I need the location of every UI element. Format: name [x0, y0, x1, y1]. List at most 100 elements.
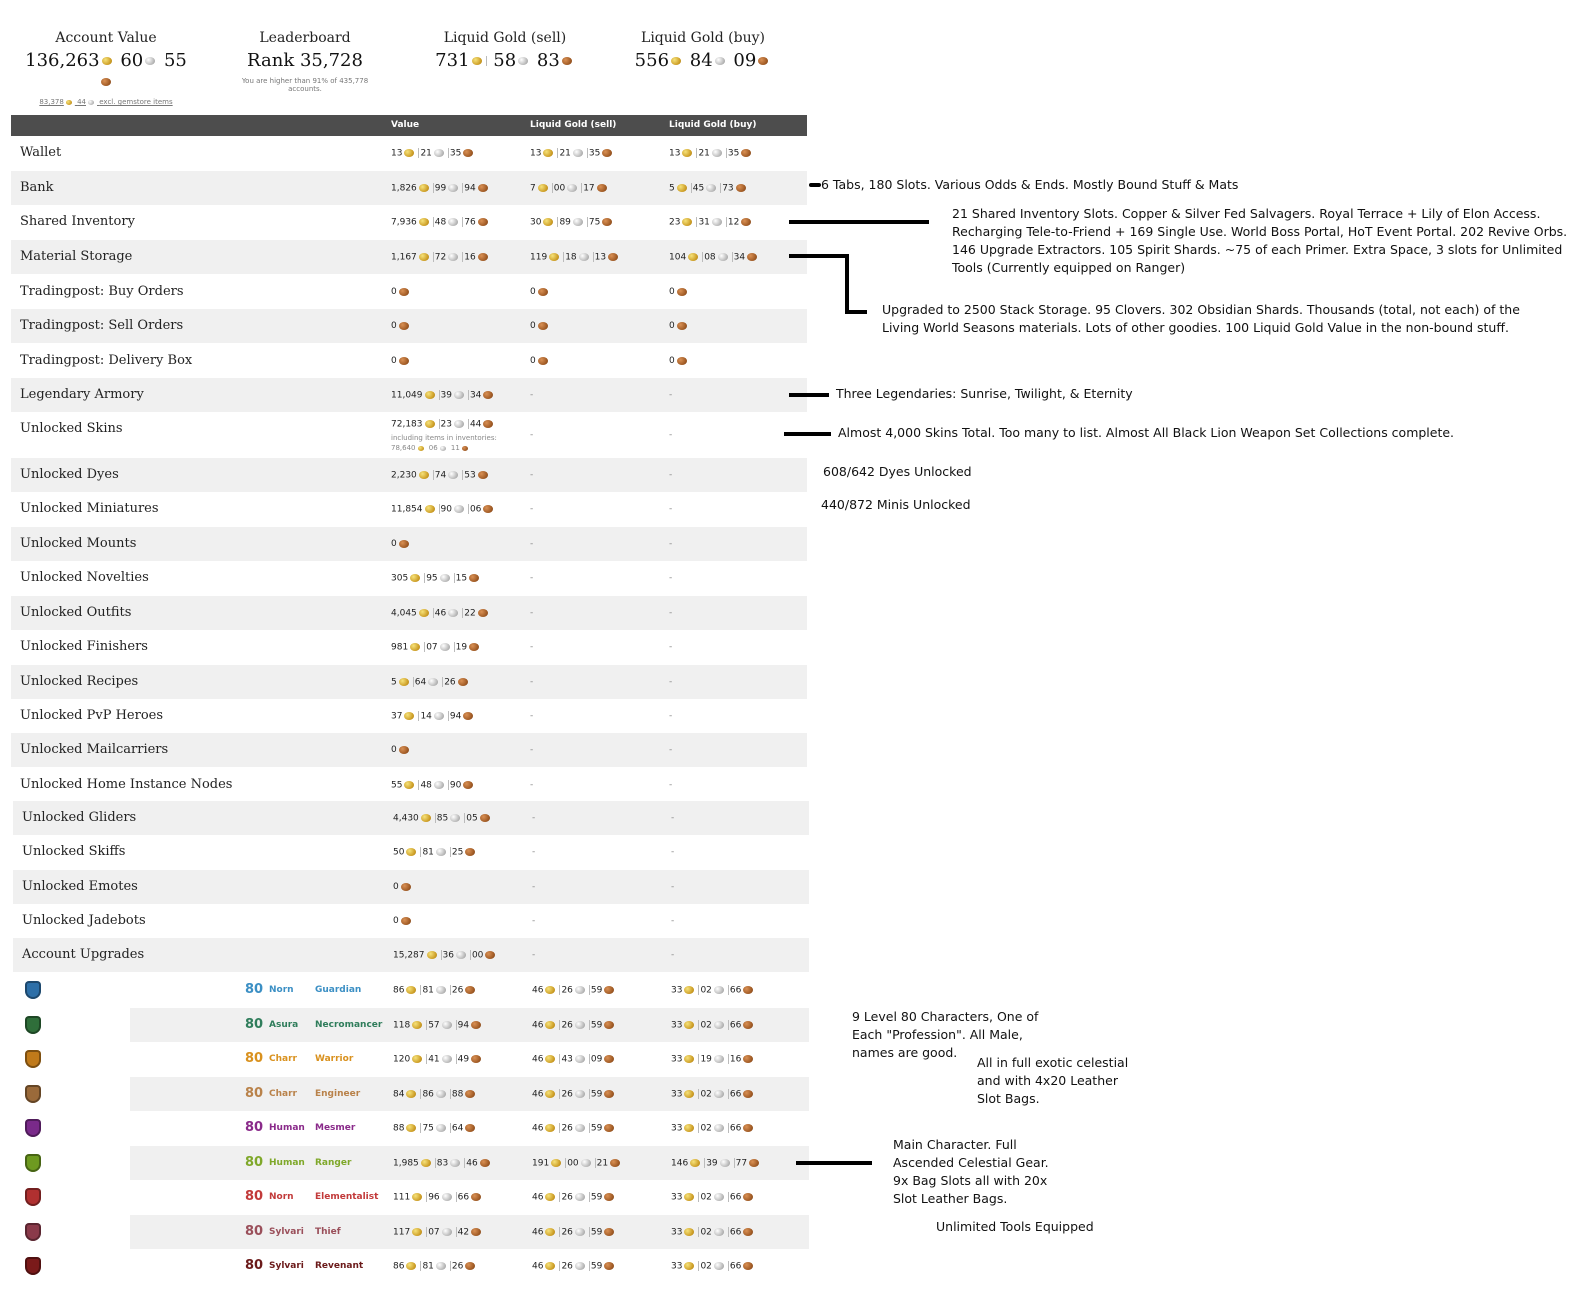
character-value: 86 81 26: [393, 1261, 478, 1272]
copper-coin-icon: [400, 916, 411, 925]
row-liquid-sell: -: [530, 642, 533, 652]
character-profession: Engineer: [315, 1088, 361, 1099]
silver-coin-icon: [574, 1124, 585, 1132]
row-name[interactable]: Unlocked Dyes: [20, 467, 119, 482]
tools-annotation: Unlimited Tools Equipped: [936, 1219, 1094, 1234]
character-liquid-sell: 46 26 59: [532, 1123, 617, 1134]
mesmer-icon: [25, 1119, 41, 1137]
row-value: 72,183 23 44: [391, 419, 496, 430]
table-header: Value Liquid Gold (sell) Liquid Gold (bu…: [11, 115, 807, 136]
empty-value: -: [530, 390, 534, 400]
table-row: Unlocked Mounts 0 - -: [11, 527, 807, 561]
character-row[interactable]: 80 Sylvari Revenant 86 81 26 46 26 59 33 02 66: [13, 1249, 809, 1283]
silver-coin-icon: [453, 505, 464, 513]
row-liquid-sell: -: [530, 745, 533, 755]
copper-coin-icon: [483, 505, 494, 513]
row-name[interactable]: Unlocked Finishers: [20, 639, 148, 654]
silver-coin-icon: [435, 848, 446, 856]
row-name[interactable]: Unlocked Mounts: [20, 536, 136, 551]
row-name[interactable]: Unlocked Novelties: [20, 570, 149, 585]
copper-coin-icon: [602, 218, 613, 226]
silver-coin-icon: [574, 1262, 585, 1270]
row-value: 1,826 99 94: [391, 183, 491, 194]
gold-coin-icon: [418, 471, 429, 479]
row-name[interactable]: Unlocked Mailcarriers: [20, 742, 168, 757]
revenant-icon: [25, 1257, 41, 1275]
row-name[interactable]: Unlocked Recipes: [20, 674, 138, 689]
row-liquid-buy: -: [669, 780, 672, 790]
gold-coin-icon: [682, 218, 693, 226]
character-value: 117 07 42: [393, 1226, 484, 1237]
silver-coin-icon: [433, 781, 444, 789]
empty-value: -: [669, 470, 673, 480]
silver-coin-icon: [572, 149, 583, 157]
table-row: Bank 1,826 99 94 7 00 17 5 45 73: [11, 171, 807, 205]
copper-coin-icon: [596, 184, 607, 192]
row-name[interactable]: Unlocked PvP Heroes: [20, 708, 163, 723]
row-name[interactable]: Unlocked Skiffs: [22, 844, 125, 859]
row-name[interactable]: Tradingpost: Sell Orders: [20, 318, 183, 333]
row-name[interactable]: Unlocked Gliders: [22, 810, 136, 825]
character-row[interactable]: 80 Norn Guardian 86 81 26 46 26 59 33 02 66: [13, 973, 809, 1007]
row-name[interactable]: Legendary Armory: [20, 387, 144, 402]
character-row[interactable]: 80 Norn Elementalist 111 96 66 46 26 59 33 02 66: [13, 1180, 809, 1214]
character-row[interactable]: 80 Human Ranger 1,985 83 46 191 00 21 146 39 77: [13, 1145, 809, 1180]
engineer-icon: [25, 1084, 41, 1103]
row-name[interactable]: Unlocked Jadebots: [22, 913, 146, 928]
row-name[interactable]: Unlocked Outfits: [20, 605, 131, 620]
character-row[interactable]: 80 Asura Necromancer 118 57 94 46 26 59 33 02 66: [13, 1007, 809, 1042]
gold-coin-icon: [404, 149, 415, 157]
row-value: 0: [391, 745, 412, 755]
row-name[interactable]: Unlocked Skins: [20, 421, 123, 436]
leaderboard-rank: Rank 35,728: [247, 50, 363, 71]
row-name[interactable]: Account Upgrades: [22, 947, 144, 962]
character-row[interactable]: 80 Charr Warrior 120 41 49 46 43 09 33 19 16: [13, 1042, 809, 1076]
row-name[interactable]: Unlocked Miniatures: [20, 501, 159, 516]
character-value: 1,985 83 46: [393, 1157, 493, 1168]
character-liquid-sell: 46 26 59: [532, 985, 617, 996]
silver-coin-icon: [439, 643, 450, 651]
thief-icon: [25, 1222, 41, 1241]
silver-coin-icon: [455, 951, 466, 959]
copper-coin-icon: [747, 253, 758, 261]
row-name[interactable]: Bank: [20, 180, 54, 195]
gold-coin-icon: [418, 609, 429, 617]
skins-pointer-line: [784, 432, 831, 436]
row-name[interactable]: Unlocked Home Instance Nodes: [20, 777, 232, 792]
silver-coin-icon: [713, 1227, 724, 1236]
silver-coin-icon: [435, 1262, 446, 1270]
empty-value: -: [530, 642, 534, 652]
character-liquid-buy: 33 02 66: [671, 985, 756, 996]
character-level: 80: [245, 1223, 264, 1239]
empty-value: -: [532, 882, 536, 892]
silver-coin-icon: [578, 253, 589, 261]
row-name[interactable]: Unlocked Emotes: [22, 879, 138, 894]
character-liquid-sell: 46 26 59: [532, 1226, 617, 1237]
table-row: Unlocked Gliders 4,430 85 05 - -: [13, 801, 809, 835]
character-row[interactable]: 80 Human Mesmer 88 75 64 46 26 59 33 02 66: [13, 1111, 809, 1145]
empty-value: -: [532, 813, 536, 823]
character-row[interactable]: 80 Sylvari Thief 117 07 42 46 26 59 33 02 66: [13, 1214, 809, 1249]
row-liquid-sell: -: [530, 539, 533, 549]
account-value-excl-gemstore[interactable]: 83,378 44 excl. gemstore items: [20, 98, 192, 106]
row-name[interactable]: Material Storage: [20, 249, 132, 264]
gold-coin-icon: [420, 814, 431, 822]
row-name[interactable]: Wallet: [20, 145, 61, 160]
gold-coin-icon: [424, 505, 435, 513]
row-liquid-sell: -: [530, 711, 533, 721]
character-row[interactable]: 80 Charr Engineer 84 86 88 46 26 59 33 02 66: [13, 1076, 809, 1111]
copper-coin-icon: [561, 57, 572, 65]
row-value: 4,045 46 22: [391, 608, 491, 619]
empty-value: -: [671, 882, 675, 892]
row-name[interactable]: Tradingpost: Buy Orders: [20, 284, 184, 299]
table-row: Unlocked Dyes 2,230 74 53 - -: [11, 458, 807, 492]
row-value: 0: [391, 539, 412, 549]
character-liquid-sell: 46 26 59: [532, 1261, 617, 1272]
gold-coin-icon: [688, 253, 699, 261]
row-liquid-buy: 13 21 35: [669, 148, 754, 159]
copper-coin-icon: [398, 356, 409, 365]
row-liquid-buy: -: [671, 916, 674, 926]
row-name[interactable]: Tradingpost: Delivery Box: [20, 353, 192, 368]
table-row: Tradingpost: Buy Orders 0 0 0: [11, 275, 807, 309]
row-name[interactable]: Shared Inventory: [20, 214, 135, 229]
